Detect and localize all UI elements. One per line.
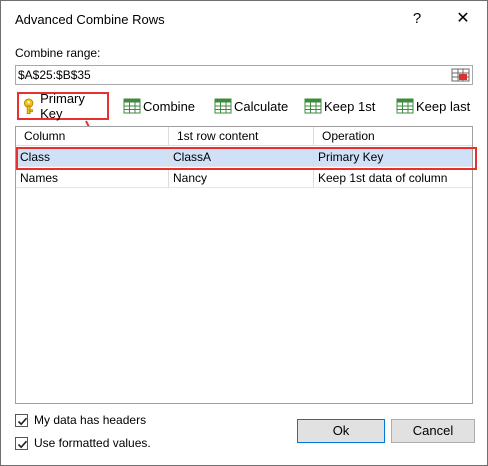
checkmark-icon	[17, 417, 28, 425]
cancel-button[interactable]: Cancel	[391, 419, 475, 443]
combine-table-icon	[123, 98, 141, 114]
combine-range-field	[15, 65, 473, 85]
columns-grid: Column 1st row content Operation Class C…	[15, 126, 477, 404]
close-button[interactable]: ✕	[451, 7, 475, 31]
cell-operation: Keep 1st data of column	[314, 168, 472, 188]
cell-content: ClassA	[169, 147, 314, 167]
combine-label: Combine	[143, 98, 196, 114]
dialog-window: Advanced Combine Rows ? ✕ Combine range:…	[0, 0, 488, 466]
keep-first-table-icon	[304, 98, 322, 114]
help-button[interactable]: ?	[406, 7, 428, 31]
calculate-label: Calculate	[234, 98, 289, 114]
keep-last-table-icon	[396, 98, 414, 114]
combine-range-label: Combine range:	[15, 46, 101, 60]
range-select-icon[interactable]	[451, 67, 471, 83]
primary-key-button[interactable]: Primary Key	[17, 91, 109, 121]
dialog-title: Advanced Combine Rows	[15, 12, 165, 27]
formatted-values-label: Use formatted values.	[34, 436, 151, 450]
checkbox-box[interactable]	[15, 413, 28, 427]
keep-first-button[interactable]: Keep 1st	[304, 95, 375, 117]
cell-column: Class	[16, 147, 169, 167]
ok-button[interactable]: Ok	[297, 419, 385, 443]
cell-column: Names	[16, 168, 169, 188]
calculate-button[interactable]: Calculate	[214, 95, 288, 117]
combine-button[interactable]: Combine	[123, 95, 195, 117]
primary-key-label: Primary Key	[40, 91, 85, 121]
headers-checkbox[interactable]: My data has headers	[15, 413, 146, 427]
keep-last-button[interactable]: Keep last	[396, 95, 470, 117]
formatted-values-checkbox[interactable]: Use formatted values.	[15, 436, 151, 450]
keep-last-label: Keep last	[416, 98, 471, 114]
checkmark-icon	[17, 440, 28, 448]
combine-range-input[interactable]	[18, 67, 438, 83]
header-column[interactable]: Column	[16, 127, 169, 145]
title-bar: Advanced Combine Rows ? ✕	[1, 1, 487, 38]
grid-header: Column 1st row content Operation	[16, 127, 472, 146]
checkbox-box[interactable]	[15, 436, 28, 450]
header-operation[interactable]: Operation	[314, 127, 472, 145]
calculate-table-icon	[214, 98, 232, 114]
headers-checkbox-label: My data has headers	[34, 413, 147, 427]
table-row-class[interactable]: Class ClassA Primary Key	[16, 147, 472, 167]
keep-first-label: Keep 1st	[324, 98, 376, 114]
cell-content: Nancy	[169, 168, 314, 188]
key-icon	[23, 98, 34, 115]
cell-operation: Primary Key	[314, 147, 472, 167]
table-row-names[interactable]: Names Nancy Keep 1st data of column	[16, 168, 472, 188]
header-first-row-content[interactable]: 1st row content	[169, 127, 314, 145]
